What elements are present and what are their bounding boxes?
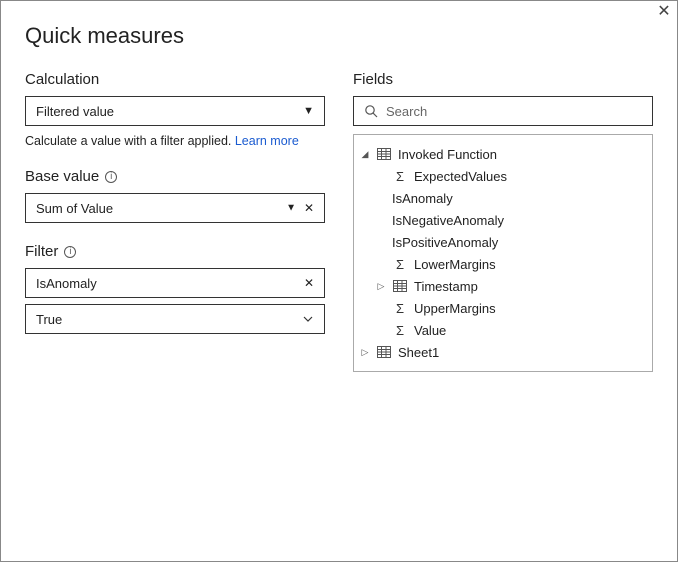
expand-icon[interactable]: ▷ [376, 281, 386, 292]
calculation-help: Calculate a value with a filter applied.… [25, 134, 325, 148]
fields-search[interactable] [353, 96, 653, 126]
tree-label: IsAnomaly [392, 191, 646, 206]
calculation-label: Calculation [25, 71, 325, 88]
clear-icon[interactable]: ✕ [304, 276, 314, 290]
tree-field-expectedvalues[interactable]: Σ ExpectedValues [360, 165, 646, 187]
tree-field-isnegativeanomaly[interactable]: IsNegativeAnomaly [360, 209, 646, 231]
fields-tree: ◢ Invoked Function Σ ExpectedValues IsAn… [353, 134, 653, 372]
expand-icon[interactable]: ▷ [360, 347, 370, 358]
sigma-icon: Σ [392, 169, 408, 184]
fields-label: Fields [353, 71, 653, 88]
chevron-down-icon: ▼ [303, 105, 314, 117]
info-icon[interactable]: i [105, 171, 117, 183]
search-input[interactable] [386, 104, 642, 119]
filter-field[interactable]: IsAnomaly ✕ [25, 268, 325, 298]
collapse-icon[interactable]: ◢ [360, 149, 370, 160]
sigma-icon: Σ [392, 257, 408, 272]
left-panel: Calculation Filtered value ▼ Calculate a… [25, 71, 325, 372]
filter-value-dropdown[interactable]: True [25, 304, 325, 334]
filter-label: Filter i [25, 243, 325, 260]
filter-value-text: True [36, 312, 62, 327]
tree-table-invoked-function[interactable]: ◢ Invoked Function [360, 143, 646, 165]
tree-label: Timestamp [414, 279, 646, 294]
filter-field-value: IsAnomaly [36, 276, 97, 291]
tree-label: UpperMargins [414, 301, 646, 316]
tree-label: Invoked Function [398, 147, 646, 162]
tree-label: LowerMargins [414, 257, 646, 272]
tree-table-sheet1[interactable]: ▷ Sheet1 [360, 341, 646, 363]
learn-more-link[interactable]: Learn more [235, 134, 299, 148]
info-icon[interactable]: i [64, 246, 76, 258]
search-icon [364, 104, 378, 118]
close-icon[interactable]: ✕ [655, 3, 673, 21]
tree-field-lowermargins[interactable]: Σ LowerMargins [360, 253, 646, 275]
fields-panel: Fields ◢ Invoked Function Σ [353, 71, 653, 372]
calculation-value: Filtered value [36, 104, 114, 119]
tree-field-timestamp[interactable]: ▷ Timestamp [360, 275, 646, 297]
clear-icon[interactable]: ✕ [304, 201, 314, 215]
quick-measures-dialog: ✕ Quick measures Calculation Filtered va… [0, 0, 678, 562]
sigma-icon: Σ [392, 301, 408, 316]
dialog-title: Quick measures [25, 23, 653, 49]
basevalue-label: Base value i [25, 168, 325, 185]
chevron-down-icon: ▼ [286, 203, 296, 214]
tree-label: Value [414, 323, 646, 338]
tree-field-uppermargins[interactable]: Σ UpperMargins [360, 297, 646, 319]
table-icon [376, 346, 392, 358]
chevron-down-icon [302, 313, 314, 325]
tree-label: ExpectedValues [414, 169, 646, 184]
tree-field-ispositiveanomaly[interactable]: IsPositiveAnomaly [360, 231, 646, 253]
basevalue-value: Sum of Value [36, 201, 113, 216]
calculation-dropdown[interactable]: Filtered value ▼ [25, 96, 325, 126]
tree-label: IsPositiveAnomaly [392, 235, 646, 250]
table-icon [376, 148, 392, 160]
tree-field-value[interactable]: Σ Value [360, 319, 646, 341]
tree-field-isanomaly[interactable]: IsAnomaly [360, 187, 646, 209]
tree-label: IsNegativeAnomaly [392, 213, 646, 228]
table-icon [392, 280, 408, 292]
basevalue-field[interactable]: Sum of Value ▼ ✕ [25, 193, 325, 223]
tree-label: Sheet1 [398, 345, 646, 360]
sigma-icon: Σ [392, 323, 408, 338]
